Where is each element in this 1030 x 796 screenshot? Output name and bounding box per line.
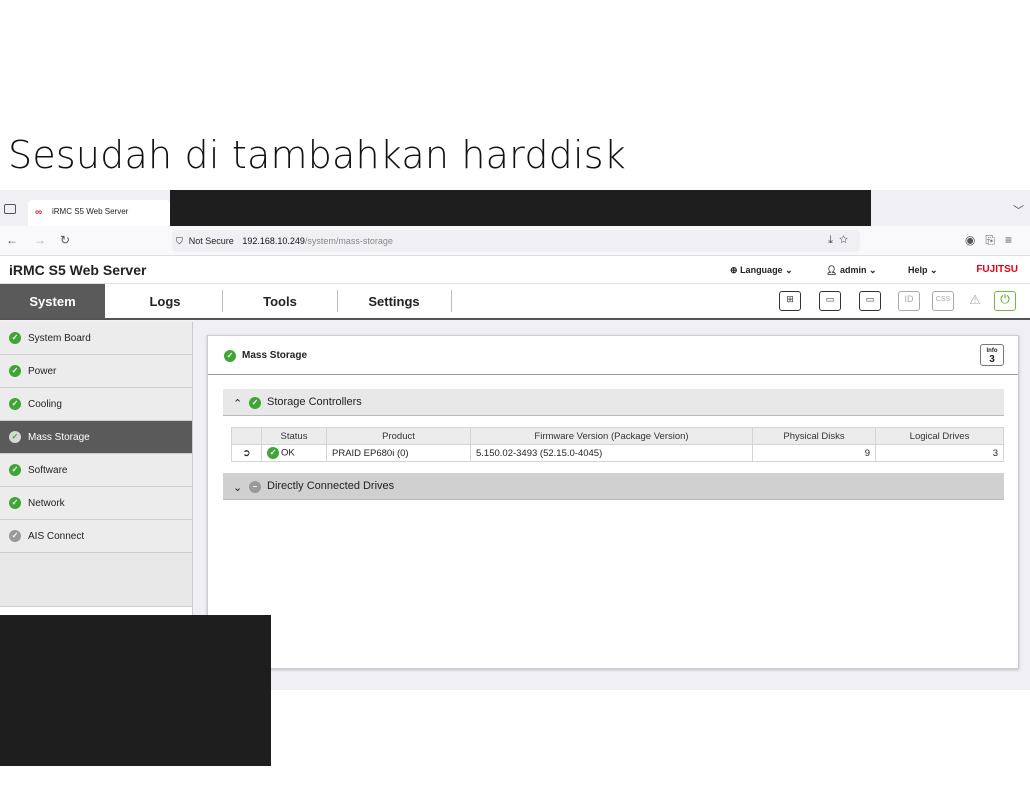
storage-controllers-section-header[interactable]: ⌃ ✓ Storage Controllers <box>223 389 1004 416</box>
nav-separator <box>451 290 452 312</box>
chevron-down-icon: ⌄ <box>930 265 938 275</box>
tab-list-chevron-icon[interactable]: ﹀ <box>1013 202 1024 218</box>
column-header-logical-drives[interactable]: Logical Drives <box>875 427 1004 445</box>
mass-storage-panel: ✓ Mass Storage Info 3 ⌃ ✓ Storage Contro… <box>207 335 1019 669</box>
address-bar[interactable]: ⛉ Not Secure 192.168.10.249/system/mass-s… <box>172 230 860 252</box>
nav-tab-system[interactable]: System <box>0 284 105 318</box>
sidebar-item-cooling[interactable]: ✓ Cooling <box>0 388 192 421</box>
ok-check-icon: ✓ <box>249 397 261 409</box>
redaction-block <box>0 615 271 766</box>
sidebar-item-ais-connect[interactable]: ✓ AIS Connect <box>0 520 192 553</box>
redaction-block <box>170 190 871 226</box>
window-menu-icon[interactable] <box>4 204 16 214</box>
help-menu[interactable]: Help ⌄ <box>908 265 938 276</box>
firmware-cell: 5.150.02-3493 (52.15.0-4045) <box>470 444 753 462</box>
column-header-firmware[interactable]: Firmware Version (Package Version) <box>470 427 753 445</box>
direct-drives-section-header[interactable]: ⌄ – Directly Connected Drives <box>223 473 1004 500</box>
panel-header: ✓ Mass Storage Info 3 <box>208 336 1018 375</box>
section-label: Directly Connected Drives <box>267 480 395 492</box>
hamburger-menu-icon[interactable]: ≡ <box>1005 233 1022 247</box>
chevron-up-icon[interactable]: ⌃ <box>233 398 242 410</box>
sidebar-item-network[interactable]: ✓ Network <box>0 487 192 520</box>
info-badge[interactable]: Info 3 <box>980 344 1004 366</box>
window-icon[interactable]: ▭ <box>859 291 881 311</box>
account-icon[interactable]: ◉ <box>965 233 985 247</box>
user-menu[interactable]: 👤︎ admin ⌄ <box>826 265 877 276</box>
language-menu[interactable]: ⊕ Language ⌄ <box>730 265 793 276</box>
expand-row-icon[interactable]: ➲ <box>231 444 262 462</box>
section-label: Storage Controllers <box>267 396 362 408</box>
column-header-status[interactable]: Status <box>261 427 327 445</box>
chevron-down-icon[interactable]: ⌄ <box>233 482 242 494</box>
back-icon[interactable]: ← <box>6 233 18 247</box>
disabled-check-icon: ✓ <box>9 530 21 542</box>
sidebar-item-mass-storage[interactable]: ✓ Mass Storage <box>0 421 192 454</box>
app-brand: iRMC S5 Web Server <box>9 262 147 278</box>
sidebar-item-power[interactable]: ✓ Power <box>0 355 192 388</box>
irmc-favicon-icon: ∞ <box>35 207 43 218</box>
reload-icon[interactable]: ↻ <box>60 233 70 247</box>
nav-tab-tools[interactable]: Tools <box>225 284 335 318</box>
id-icon[interactable]: ID <box>898 291 920 311</box>
bookmark-star-icon[interactable]: ☆ <box>839 234 854 246</box>
app-header: iRMC S5 Web Server ⊕ Language ⌄ 👤︎ admin… <box>0 256 1030 284</box>
chevron-down-icon: ⌄ <box>868 265 877 275</box>
url-host: 192.168.10.249 <box>242 236 305 246</box>
storage-controllers-table: Status Product Firmware Version (Package… <box>231 427 1004 462</box>
url-path: /system/mass-storage <box>304 236 393 246</box>
status-cell: ✓ OK <box>261 444 327 462</box>
chat-icon[interactable]: ▭ <box>819 291 841 311</box>
ok-check-icon: ✓ <box>9 464 21 476</box>
logical-drives-cell: 3 <box>875 444 1004 462</box>
forward-icon[interactable]: → <box>34 233 46 247</box>
sidebar-filler <box>0 553 192 607</box>
browser-toolbar: ← → ↻ ⛉ Not Secure 192.168.10.249/system/… <box>0 226 1030 256</box>
ok-check-icon: ✓ <box>9 431 21 443</box>
nav-separator <box>222 290 223 312</box>
nav-separator <box>337 290 338 312</box>
ok-check-icon: ✓ <box>9 332 21 344</box>
power-icon[interactable]: ⏻ <box>994 291 1016 311</box>
ok-check-icon: ✓ <box>9 365 21 377</box>
column-header-physical-disks[interactable]: Physical Disks <box>752 427 876 445</box>
ok-check-icon: ✓ <box>224 350 236 362</box>
column-header-expand <box>231 427 262 445</box>
download-icon[interactable]: ⤓ <box>828 234 839 246</box>
nav-tab-logs[interactable]: Logs <box>110 284 220 318</box>
css-icon[interactable]: CSS <box>932 291 954 311</box>
chevron-down-icon: ⌄ <box>785 265 793 275</box>
table-header-row: Status Product Firmware Version (Package… <box>231 427 1004 445</box>
browser-tab[interactable]: ∞ iRMC S5 Web Server <box>28 200 170 226</box>
ok-check-icon: ✓ <box>267 447 279 459</box>
column-header-product[interactable]: Product <box>326 427 471 445</box>
browser-tab-bar: ∞ iRMC S5 Web Server ﹀ <box>0 190 1030 226</box>
warning-icon[interactable]: ⚠ <box>964 291 986 311</box>
sidebar-item-software[interactable]: ✓ Software <box>0 454 192 487</box>
not-secure-label: Not Secure <box>188 236 234 246</box>
minus-circle-icon: – <box>249 481 261 493</box>
table-row[interactable]: ➲ ✓ OK PRAID EP680i (0) 5.150.02-3493 (52… <box>231 444 1004 462</box>
not-secure-shield-icon[interactable]: ⛉ <box>176 236 183 246</box>
grid-icon[interactable]: ⊞ <box>779 291 801 311</box>
physical-disks-cell: 9 <box>752 444 876 462</box>
panel-title: Mass Storage <box>242 350 308 361</box>
globe-icon: ⊕ <box>730 265 738 275</box>
nav-tab-settings[interactable]: Settings <box>340 284 448 318</box>
tab-title: iRMC S5 Web Server <box>52 207 129 216</box>
ok-check-icon: ✓ <box>9 398 21 410</box>
main-navigation: System Logs Tools Settings ⊞ ▭ ▭ ID CSS … <box>0 284 1030 320</box>
user-icon: 👤︎ <box>826 265 838 275</box>
extensions-icon[interactable]: ⎘ <box>985 233 1005 247</box>
fujitsu-logo: FUJITSU <box>976 264 1018 275</box>
ok-check-icon: ✓ <box>9 497 21 509</box>
slide-title: Sesudah di tambahkan harddisk <box>8 133 626 177</box>
product-cell: PRAID EP680i (0) <box>326 444 471 462</box>
sidebar-item-system-board[interactable]: ✓ System Board <box>0 322 192 355</box>
